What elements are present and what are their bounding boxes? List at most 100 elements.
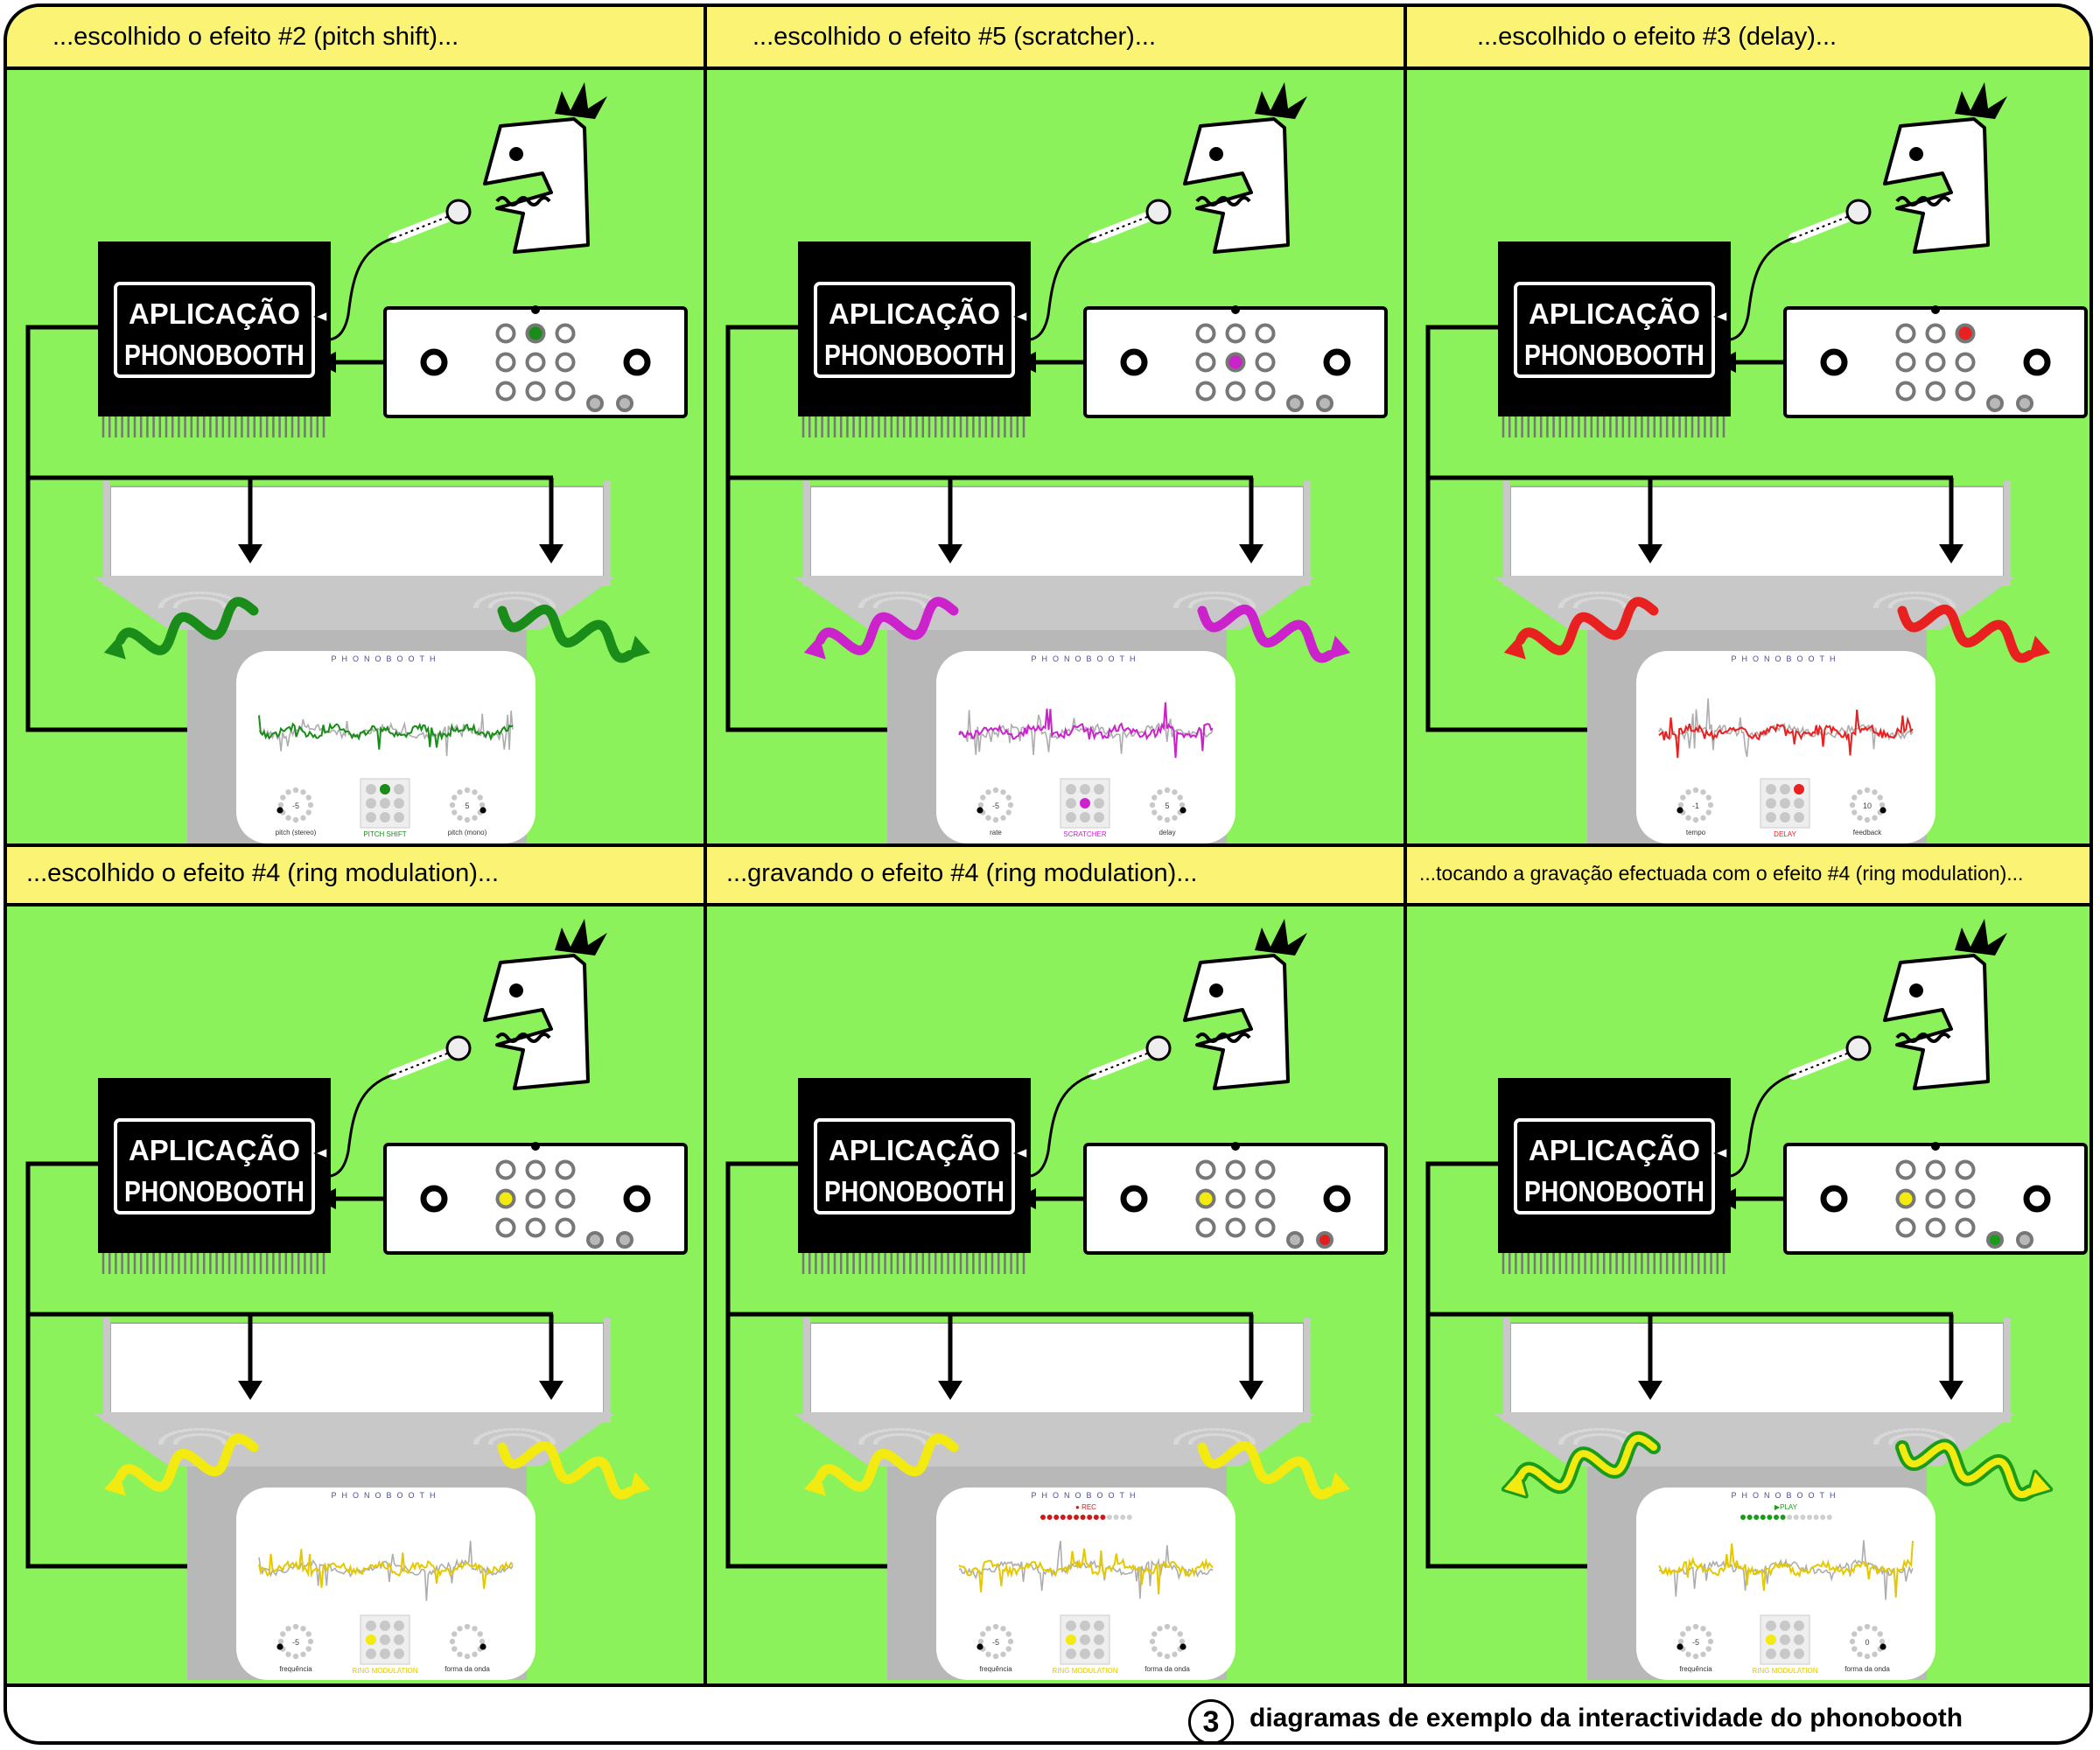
effect-name-label: DELAY bbox=[1774, 830, 1796, 838]
crown-icon bbox=[555, 82, 607, 119]
knob-value: -5 bbox=[292, 802, 299, 810]
app-label-line2: PHONOBOOTH bbox=[124, 1175, 304, 1208]
jack-right-icon bbox=[2023, 348, 2051, 376]
knob-value: -5 bbox=[992, 802, 999, 810]
effect-button-6 bbox=[555, 1188, 576, 1209]
jack-right-icon bbox=[1323, 1185, 1351, 1213]
effect-button-8 bbox=[525, 381, 546, 402]
record-button bbox=[616, 1231, 634, 1249]
effect-name-label: PITCH SHIFT bbox=[363, 830, 406, 838]
panel-scene: APLICAÇÃO PHONOBOOTH PHONOBOOTH -5 5 pitch (s… bbox=[25, 82, 688, 844]
effect-name-label: SCRATCHER bbox=[1063, 830, 1106, 838]
controller-box bbox=[1783, 305, 2088, 418]
character-eye bbox=[1209, 984, 1223, 998]
effect-button-4 bbox=[495, 352, 516, 373]
panel-illustration: APLICAÇÃO PHONOBOOTH PHONOBOOTH -5 5 rate dela… bbox=[725, 82, 1388, 844]
screen-title: PHONOBOOTH bbox=[1731, 1491, 1840, 1500]
jack-left-icon bbox=[1820, 1185, 1848, 1213]
effect-button-1 bbox=[495, 1159, 516, 1180]
booth-screen: PHONOBOOTH ▶PLAY -5 0 frequência forma da ond… bbox=[1636, 1488, 1936, 1680]
panel-caption: ...escolhido o efeito #3 (delay)... bbox=[1407, 7, 2090, 70]
singer-character bbox=[483, 82, 607, 254]
panel-caption: ...escolhido o efeito #4 (ring modulatio… bbox=[7, 844, 707, 906]
effect-button-5 bbox=[1225, 352, 1246, 373]
singer-character bbox=[1883, 919, 2007, 1090]
panel-1: ...escolhido o efeito #2 (pitch shift)..… bbox=[7, 7, 707, 847]
screen-title: PHONOBOOTH bbox=[1731, 654, 1840, 663]
knob-value: -5 bbox=[1692, 1638, 1699, 1647]
effect-button-6 bbox=[1255, 1188, 1276, 1209]
panel-6: ...tocando a gravação efectuada com o ef… bbox=[1407, 844, 2090, 1684]
knob-value: 10 bbox=[1863, 802, 1872, 810]
effect-button-2 bbox=[525, 1159, 546, 1180]
effect-button-8 bbox=[1925, 1217, 1946, 1238]
app-label-line1: APLICAÇÃO bbox=[829, 1134, 1000, 1166]
divider-horizontal bbox=[7, 844, 2090, 847]
effect-grid-icon bbox=[1060, 778, 1110, 829]
screen-status: ● REC bbox=[1075, 1503, 1096, 1511]
booth-roof bbox=[809, 1322, 1305, 1422]
effect-button-3 bbox=[555, 1159, 576, 1180]
effect-name-label: RING MODULATION bbox=[1753, 1667, 1818, 1675]
character-head bbox=[483, 954, 590, 1090]
controller-box bbox=[1783, 1142, 2088, 1255]
record-button bbox=[616, 395, 634, 412]
screen-title: PHONOBOOTH bbox=[331, 654, 440, 663]
screen-title: PHONOBOOTH bbox=[1031, 1491, 1140, 1500]
jack-right-icon bbox=[2023, 1185, 2051, 1213]
app-label-line1: APLICAÇÃO bbox=[829, 298, 1000, 330]
effect-button-8 bbox=[1225, 1217, 1246, 1238]
effect-grid-icon bbox=[360, 778, 410, 829]
effect-button-9 bbox=[555, 381, 576, 402]
panel-2: ...escolhido o efeito #5 (scratcher)... A… bbox=[707, 7, 1407, 847]
jack-right-icon bbox=[623, 348, 651, 376]
effect-button-3 bbox=[1955, 1159, 1976, 1180]
effect-button-2 bbox=[1925, 1159, 1946, 1180]
knob-right-label: forma da onda bbox=[1144, 1665, 1190, 1673]
effect-button-3 bbox=[1255, 323, 1276, 344]
screen-title: PHONOBOOTH bbox=[1031, 654, 1140, 663]
knob-value: -5 bbox=[992, 1638, 999, 1647]
knob-left-label: frequência bbox=[1679, 1665, 1712, 1673]
knob-value: 5 bbox=[1165, 802, 1169, 810]
controller-box bbox=[1083, 305, 1388, 418]
play-button bbox=[586, 395, 604, 412]
knob-right-label: pitch (mono) bbox=[448, 829, 487, 836]
booth-screen: PHONOBOOTH -5 frequência forma da onda RING … bbox=[236, 1488, 536, 1680]
effect-grid-icon bbox=[360, 1614, 410, 1665]
play-button bbox=[1286, 395, 1304, 412]
effect-button-1 bbox=[495, 323, 516, 344]
panel-caption: ...tocando a gravação efectuada com o ef… bbox=[1407, 844, 2090, 906]
panel-illustration: APLICAÇÃO PHONOBOOTH PHONOBOOTH -5 frequênci… bbox=[25, 919, 688, 1680]
app-label-line2: PHONOBOOTH bbox=[1524, 1175, 1704, 1208]
record-button bbox=[2016, 1231, 2034, 1249]
play-button bbox=[1986, 1231, 2004, 1249]
character-head bbox=[1883, 117, 1990, 254]
panel-illustration: APLICAÇÃO PHONOBOOTH PHONOBOOTH ● REC -5 freq… bbox=[725, 919, 1388, 1680]
controller-box bbox=[383, 1142, 688, 1255]
phonobooth-app-chip: APLICAÇÃO PHONOBOOTH bbox=[798, 242, 1031, 438]
knob-right-label: forma da onda bbox=[1844, 1665, 1890, 1673]
booth-screen: PHONOBOOTH -5 5 pitch (stereo) pitch (mono) P… bbox=[236, 651, 536, 844]
knob-left-label: pitch (stereo) bbox=[276, 829, 317, 836]
play-button bbox=[1986, 395, 2004, 412]
app-label-line2: PHONOBOOTH bbox=[124, 339, 304, 371]
effect-button-9 bbox=[1955, 381, 1976, 402]
knob-value: -1 bbox=[1692, 802, 1699, 810]
effect-button-9 bbox=[1955, 1217, 1976, 1238]
controller-box bbox=[1083, 1142, 1388, 1255]
panel-illustration: APLICAÇÃO PHONOBOOTH PHONOBOOTH ▶PLAY -5 0 fre… bbox=[1425, 919, 2088, 1680]
jack-left-icon bbox=[420, 1185, 448, 1213]
screen-title: PHONOBOOTH bbox=[331, 1491, 440, 1500]
controller-box bbox=[383, 305, 688, 418]
effect-button-7 bbox=[1895, 1217, 1916, 1238]
phonobooth-app-chip: APLICAÇÃO PHONOBOOTH bbox=[1498, 242, 1731, 438]
booth-roof bbox=[109, 1322, 605, 1422]
phonobooth-app-chip: APLICAÇÃO PHONOBOOTH bbox=[98, 1078, 331, 1274]
record-button bbox=[1316, 1231, 1334, 1249]
effect-grid-icon bbox=[1760, 1614, 1810, 1665]
effect-grid-icon bbox=[1060, 1614, 1110, 1665]
effect-button-7 bbox=[1895, 381, 1916, 402]
phonobooth-app-chip: APLICAÇÃO PHONOBOOTH bbox=[798, 1078, 1031, 1274]
crown-icon bbox=[1255, 82, 1307, 119]
